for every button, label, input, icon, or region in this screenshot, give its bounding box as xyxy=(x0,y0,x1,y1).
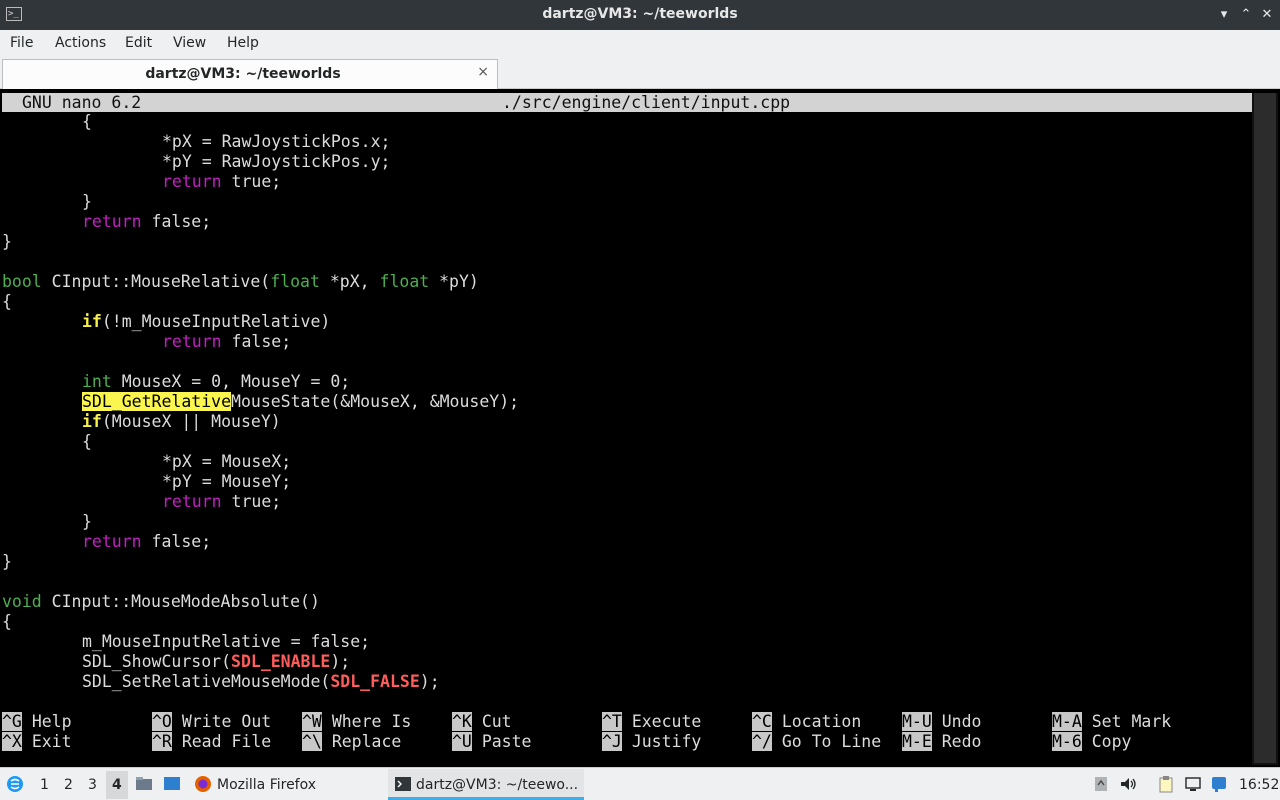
code-line: } xyxy=(2,232,12,251)
volume-icon[interactable] xyxy=(1119,775,1137,793)
firefox-icon xyxy=(195,776,211,792)
minimize-button[interactable]: ▾ xyxy=(1215,6,1233,24)
workspace-4[interactable]: 4 xyxy=(112,777,122,793)
shortcut-where-is: ^W Where Is xyxy=(302,712,412,731)
code-line: *pX = MouseX; xyxy=(162,452,292,471)
menu-help[interactable]: Help xyxy=(227,35,259,51)
shortcut-replace: ^\ Replace xyxy=(302,732,402,751)
code-line: *pX = RawJoystickPos.x; xyxy=(162,132,391,151)
scrollbar-thumb[interactable] xyxy=(1254,93,1276,763)
taskbar: 1 2 3 4 Mozilla Firefox dartz@VM3: ~/tee… xyxy=(0,767,1280,800)
menu-file[interactable]: File xyxy=(10,35,33,51)
code-line: SDL_ShowCursor(SDL_ENABLE); xyxy=(82,652,351,671)
search-highlight: SDL_GetRelative xyxy=(82,392,232,411)
workspace-1[interactable]: 1 xyxy=(40,777,49,793)
close-button[interactable]: ✕ xyxy=(1258,6,1276,24)
code-line: return true; xyxy=(162,172,282,191)
network-icon[interactable] xyxy=(1184,775,1202,793)
shortcut-cut: ^K Cut xyxy=(452,712,512,731)
code-line: return false; xyxy=(82,532,212,551)
code-line: return true; xyxy=(162,492,282,511)
menu-actions[interactable]: Actions xyxy=(55,35,106,51)
start-menu-icon[interactable] xyxy=(6,775,24,793)
shortcut-execute: ^T Execute xyxy=(602,712,702,731)
notification-icon[interactable] xyxy=(1210,775,1228,793)
shortcut-location: ^C Location xyxy=(752,712,862,731)
desktop-icon[interactable] xyxy=(163,775,181,793)
nano-title-bar: GNU nano 6.2 ./src/engine/client/input.c… xyxy=(2,93,1252,112)
code-line: } xyxy=(2,552,12,571)
shortcut-redo: M-E Redo xyxy=(902,732,982,751)
shortcut-help: ^G Help xyxy=(2,712,72,731)
code-line: { xyxy=(2,612,12,631)
code-line: return false; xyxy=(162,332,292,351)
code-line: { xyxy=(2,292,12,311)
tab-close-icon[interactable]: × xyxy=(477,64,489,80)
code-line: SDL_SetRelativeMouseMode(SDL_FALSE); xyxy=(82,672,440,691)
code-line: *pY = MouseY; xyxy=(162,472,292,491)
menu-edit[interactable]: Edit xyxy=(125,35,152,51)
code-line: } xyxy=(82,192,92,211)
terminal-view[interactable]: GNU nano 6.2 ./src/engine/client/input.c… xyxy=(0,89,1280,767)
tab-bar: dartz@VM3: ~/teeworlds × xyxy=(0,56,1280,89)
shortcut-read-file: ^R Read File xyxy=(152,732,272,751)
code-line: m_MouseInputRelative = false; xyxy=(82,632,371,651)
tab-label: dartz@VM3: ~/teeworlds xyxy=(145,66,341,82)
window-titlebar: >_ dartz@VM3: ~/teeworlds ▾ ⌃ ✕ xyxy=(0,0,1280,30)
code-line: bool CInput::MouseRelative(float *pX, fl… xyxy=(2,272,479,291)
nano-filename: ./src/engine/client/input.cpp xyxy=(502,93,791,112)
terminal-tab[interactable]: dartz@VM3: ~/teeworlds × xyxy=(2,59,498,89)
code-line: SDL_GetRelativeMouseState(&MouseX, &Mous… xyxy=(82,392,520,411)
shortcut-undo: M-U Undo xyxy=(902,712,982,731)
shortcut-write-out: ^O Write Out xyxy=(152,712,272,731)
code-line: void CInput::MouseModeAbsolute() xyxy=(2,592,320,611)
task-terminal[interactable]: dartz@VM3: ~/teewo... xyxy=(388,769,584,800)
menu-view[interactable]: View xyxy=(173,35,206,51)
code-line: } xyxy=(82,512,92,531)
clock[interactable]: 16:52 xyxy=(1239,777,1279,793)
maximize-button[interactable]: ⌃ xyxy=(1237,6,1255,24)
task-firefox[interactable]: Mozilla Firefox xyxy=(190,769,382,800)
code-line: int MouseX = 0, MouseY = 0; xyxy=(82,372,351,391)
nano-version: GNU nano 6.2 xyxy=(22,93,142,112)
menu-bar: File Actions Edit View Help xyxy=(0,30,1280,56)
shortcut-set-mark: M-A Set Mark xyxy=(1052,712,1172,731)
shortcut-paste: ^U Paste xyxy=(452,732,532,751)
code-line: { xyxy=(82,432,92,451)
code-line: *pY = RawJoystickPos.y; xyxy=(162,152,391,171)
shortcut-justify: ^J Justify xyxy=(602,732,702,751)
code-line: { xyxy=(82,112,92,131)
shortcut-copy: M-6 Copy xyxy=(1052,732,1132,751)
workspace-3[interactable]: 3 xyxy=(88,777,97,793)
code-line: if(MouseX || MouseY) xyxy=(82,412,281,431)
clipboard-icon[interactable] xyxy=(1157,775,1175,793)
shortcut-exit: ^X Exit xyxy=(2,732,72,751)
shortcut-go-to-line: ^/ Go To Line xyxy=(752,732,882,751)
terminal-icon xyxy=(395,777,411,791)
code-line: if(!m_MouseInputRelative) xyxy=(82,312,331,331)
tray-expand-icon[interactable] xyxy=(1092,775,1110,793)
workspace-2[interactable]: 2 xyxy=(64,777,73,793)
window-title: dartz@VM3: ~/teeworlds xyxy=(542,6,738,22)
file-manager-icon[interactable] xyxy=(135,775,153,793)
code-line: return false; xyxy=(82,212,212,231)
